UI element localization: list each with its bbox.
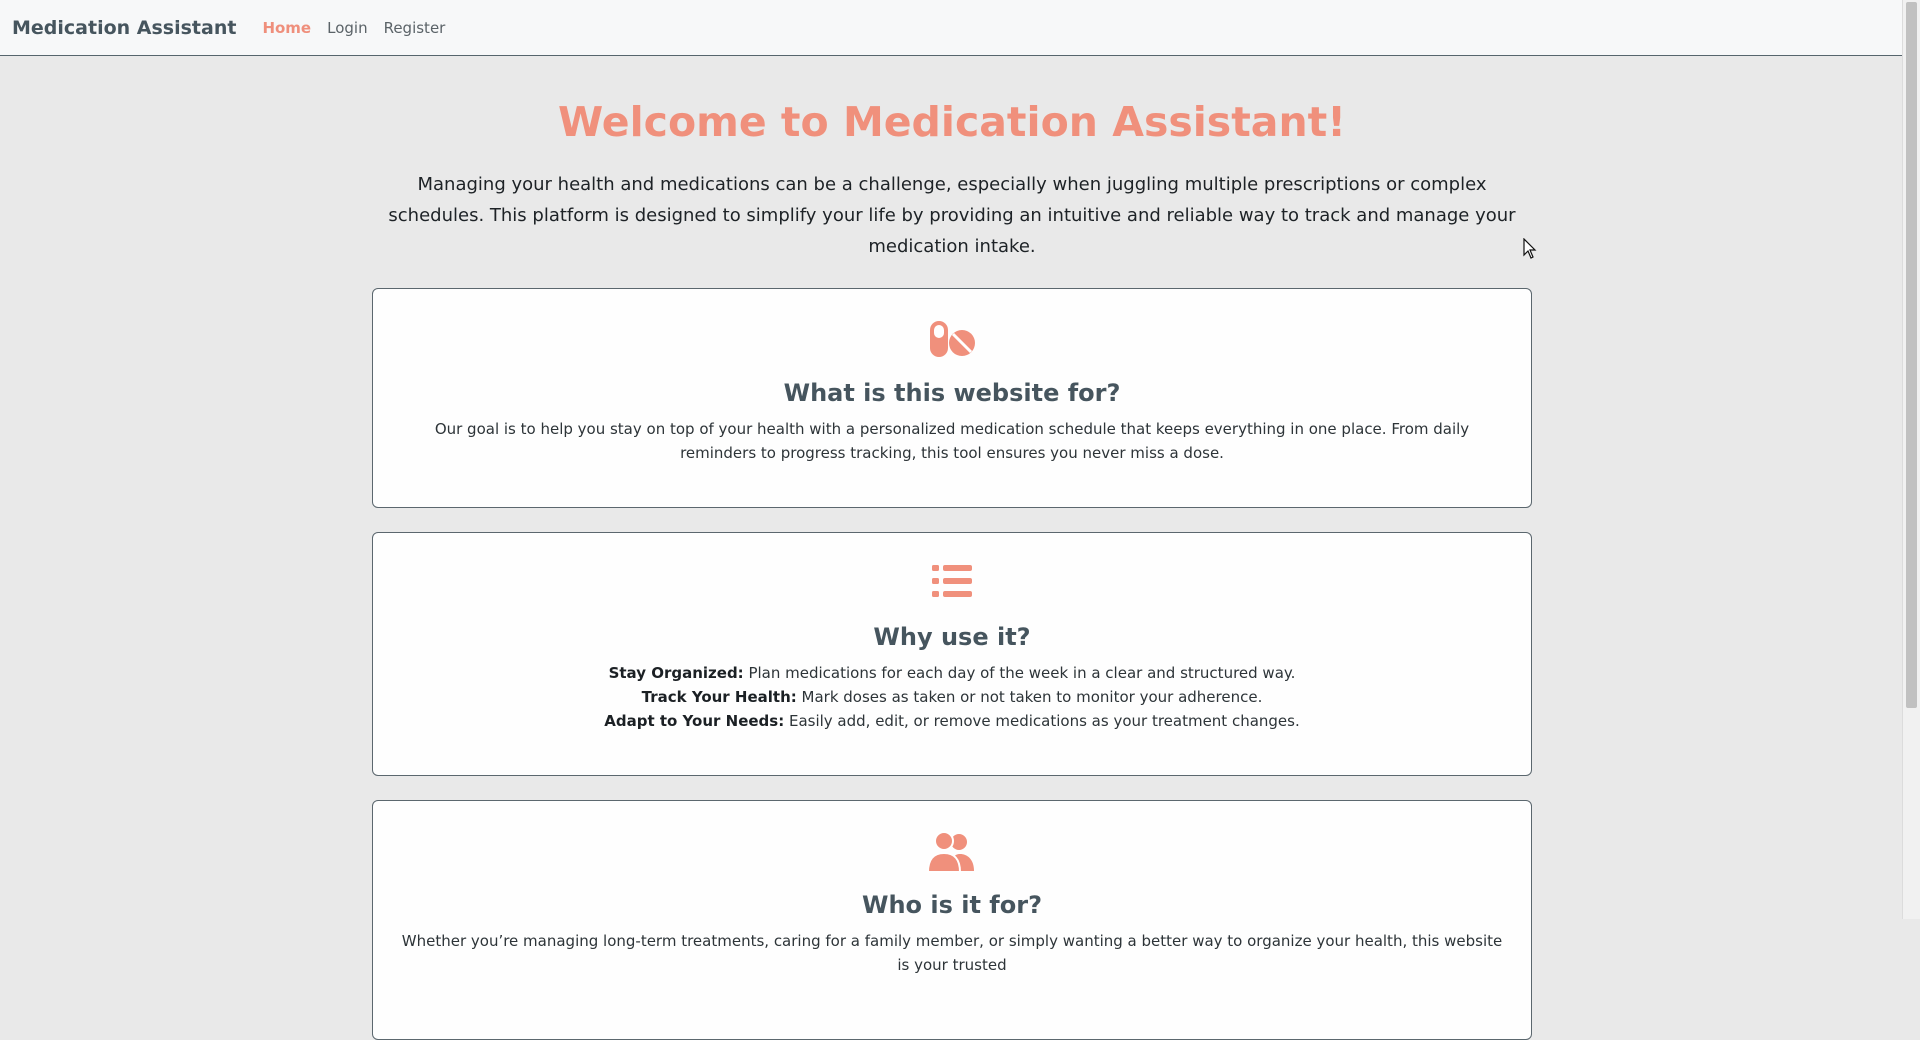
users-icon	[397, 831, 1507, 874]
card-text: Our goal is to help you stay on top of y…	[434, 420, 1470, 463]
list-item: Adapt to Your Needs: Easily add, edit, o…	[604, 712, 1300, 731]
info-card-audience: Who is it for? Whether you’re managing l…	[372, 800, 1532, 1040]
nav-links: Home Login Register	[254, 19, 453, 37]
nav-link-home[interactable]: Home	[254, 19, 319, 37]
nav-link-login[interactable]: Login	[319, 19, 375, 37]
info-card-benefits: Why use it? Stay Organized: Plan medicat…	[372, 532, 1532, 777]
list-item: Stay Organized: Plan medications for eac…	[608, 664, 1296, 683]
page-title: Welcome to Medication Assistant!	[558, 98, 1346, 146]
list-item: Track Your Health: Mark doses as taken o…	[641, 688, 1263, 707]
info-card-purpose: What is this website for? Our goal is to…	[372, 288, 1532, 509]
page-scrollbar[interactable]	[1902, 0, 1920, 919]
top-navbar: Medication Assistant Home Login Register	[0, 0, 1902, 56]
card-title: Why use it?	[873, 623, 1031, 652]
scrollbar-thumb[interactable]	[1906, 2, 1917, 708]
card-title: What is this website for?	[783, 379, 1121, 408]
card-title: Who is it for?	[861, 891, 1042, 920]
list-icon	[397, 563, 1507, 605]
card-text: Whether you’re managing long-term treatm…	[401, 932, 1503, 975]
mouse-cursor-icon	[1523, 237, 1537, 264]
main-content: Welcome to Medication Assistant! Managin…	[372, 56, 1532, 1040]
nav-link-register[interactable]: Register	[376, 19, 454, 37]
intro-text: Managing your health and medications can…	[388, 174, 1516, 258]
pills-icon	[397, 319, 1507, 361]
brand-link[interactable]: Medication Assistant	[12, 17, 236, 39]
benefits-list: Stay Organized: Plan medications for eac…	[397, 661, 1507, 733]
